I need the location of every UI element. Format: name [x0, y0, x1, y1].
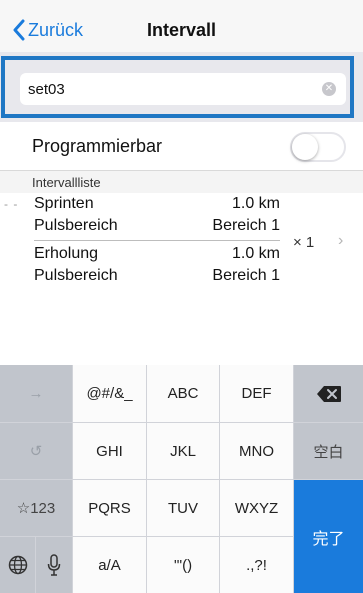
key-done[interactable]: 完了 — [294, 480, 363, 593]
step-name: Pulsbereich — [34, 267, 118, 284]
interval-list-header: Intervallliste — [0, 171, 363, 193]
keyboard: → @#/&_ ABC DEF ↺ GHI JKL MNO 空白 ☆123 PQ… — [0, 365, 363, 593]
repeat-count: × 1 — [293, 234, 315, 251]
backspace-icon — [316, 385, 341, 402]
toggle-knob — [292, 134, 318, 160]
drag-handle-icon[interactable]: - - — [4, 197, 18, 211]
key-tuv[interactable]: TUV — [147, 480, 219, 536]
key-brackets[interactable]: '"() — [147, 537, 219, 593]
programmable-toggle[interactable] — [290, 132, 346, 162]
interval-list-item[interactable]: - - Sprinten 1.0 km Pulsbereich Bereich … — [0, 193, 363, 289]
interval-list-title: Intervallliste — [32, 175, 101, 190]
key-jkl[interactable]: JKL — [147, 423, 219, 479]
key-case-toggle[interactable]: a/A — [73, 537, 146, 593]
key-wxyz[interactable]: WXYZ — [220, 480, 293, 536]
key-punctuation[interactable]: .,?! — [220, 537, 293, 593]
navigation-bar: Zurück Intervall — [0, 0, 363, 52]
key-mno[interactable]: MNO — [220, 423, 293, 479]
step-value: Bereich 1 — [212, 267, 280, 284]
key-pqrs[interactable]: PQRS — [73, 480, 146, 536]
highlight-box — [1, 56, 354, 118]
key-globe[interactable] — [0, 537, 35, 593]
step-value: Bereich 1 — [212, 217, 280, 234]
programmable-row: Programmierbar — [0, 122, 363, 171]
key-arrow-right[interactable]: → — [0, 365, 72, 422]
key-backspace[interactable] — [294, 365, 363, 422]
key-microphone[interactable] — [36, 537, 72, 593]
microphone-icon — [47, 554, 61, 576]
step-divider — [34, 240, 280, 241]
key-ghi[interactable]: GHI — [73, 423, 146, 479]
key-numbers[interactable]: ☆123 — [0, 480, 72, 536]
key-undo[interactable]: ↺ — [0, 423, 72, 479]
page-title: Intervall — [146, 20, 217, 40]
programmable-label: Programmierbar — [32, 136, 163, 156]
step-value: 1.0 km — [231, 245, 280, 262]
step-name: Erholung — [34, 245, 99, 262]
globe-icon — [8, 555, 27, 575]
step-name: Pulsbereich — [34, 217, 118, 234]
key-symbols[interactable]: @#/&_ — [73, 365, 146, 422]
step-name: Sprinten — [34, 195, 94, 212]
key-space[interactable]: 空白 — [294, 423, 363, 479]
key-def[interactable]: DEF — [220, 365, 293, 422]
key-abc[interactable]: ABC — [147, 365, 219, 422]
chevron-right-icon: › — [338, 232, 344, 249]
step-value: 1.0 km — [231, 195, 280, 212]
